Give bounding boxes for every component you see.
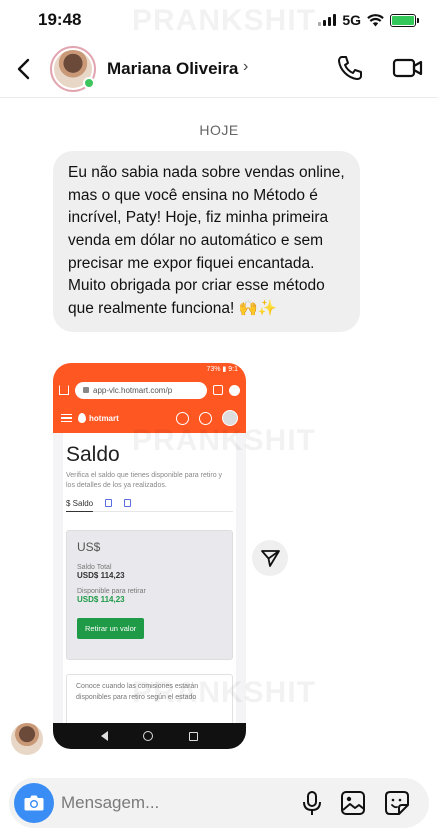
lock-icon [83,387,89,393]
shot-page-body: Saldo Verifica el saldo que tienes dispo… [63,433,236,733]
shot-available-label: Disponible para retirar [77,588,146,596]
contact-name[interactable]: Mariana Oliveira [107,59,238,79]
signal-icon [318,14,337,26]
shot-page-title: Saldo [66,443,120,466]
shot-description: Verifica el saldo que tienes disponible … [66,472,223,490]
date-separator: HOJE [199,122,239,138]
document-icon [105,499,113,508]
battery-charging-icon [390,13,419,27]
shot-currency: US$ [77,540,101,555]
shot-total-value: USD$ 114,23 [77,571,125,581]
back-button[interactable] [12,54,36,84]
help-icon [176,411,189,425]
hotmart-logo: hotmart [78,413,119,423]
chat-header: Mariana Oliveira › [0,42,438,98]
status-bar: 19:48 5G [0,0,438,42]
microphone-button[interactable] [301,790,323,817]
shot-withdraw-button: Retirar un valor [77,618,145,640]
message-input[interactable] [61,785,281,821]
shot-browser-bar: app-vlc.hotmart.com/p [53,377,246,403]
home-icon [59,385,69,395]
share-button[interactable] [252,540,288,576]
shot-android-nav [53,723,246,749]
message-bubble[interactable]: Eu não sabia nada sobre vendas online, m… [53,151,360,333]
sticker-button[interactable] [384,790,410,816]
hamburger-menu-icon [61,413,72,423]
shot-url-text: app-vlc.hotmart.com/p [93,385,173,395]
camera-icon [24,795,44,811]
status-icons: 5G [318,12,419,28]
shot-app-nav: hotmart [53,403,246,433]
message-composer [9,778,429,828]
shot-tabs: $ Saldo [66,499,233,513]
settings-icon [199,411,212,425]
video-call-button[interactable] [392,54,424,82]
contact-avatar[interactable] [50,46,96,92]
wifi-icon [367,13,384,26]
shot-tab-saldo: $ Saldo [66,499,94,513]
profile-avatar-icon [222,410,238,426]
shot-status-bar: 73% ▮ 9:1 [53,363,246,377]
online-status-indicator [83,77,95,89]
home-circle-icon [143,731,154,741]
call-button[interactable] [336,54,364,82]
shot-status-text: 73% ▮ 9:1 [206,366,238,373]
status-time: 19:48 [38,10,82,29]
menu-dots-icon [229,384,240,396]
shot-balance-card: US$ Saldo Total USD$ 114,23 Disponible p… [66,530,233,661]
hotmart-brand-text: hotmart [89,413,119,423]
list-icon [124,499,132,508]
recents-square-icon [189,731,199,741]
shot-total-label: Saldo Total [77,564,112,572]
paper-plane-icon [261,550,280,567]
network-label: 5G [342,12,361,28]
chevron-right-icon[interactable]: › [243,58,248,76]
camera-button[interactable] [14,783,54,823]
shot-url-field: app-vlc.hotmart.com/p [75,381,207,399]
back-triangle-icon [100,731,108,741]
shared-image[interactable]: 73% ▮ 9:1 app-vlc.hotmart.com/p hotmart … [53,363,246,749]
gallery-button[interactable] [340,790,366,816]
flame-icon [78,413,86,423]
shot-available-value: USD$ 114,23 [77,595,125,605]
tabs-icon [213,385,223,395]
sender-avatar[interactable] [11,723,43,755]
